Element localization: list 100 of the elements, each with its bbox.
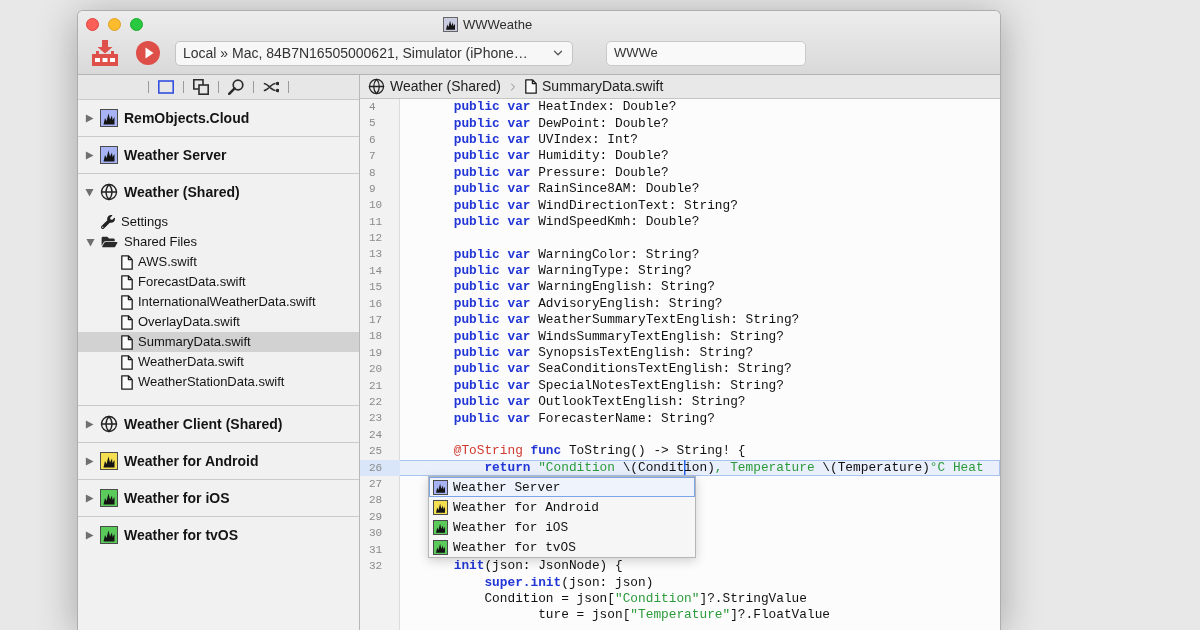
window-title: WWWeathe <box>463 16 533 32</box>
tree-item[interactable]: WeatherData.swift <box>78 352 359 372</box>
line-number: 26 <box>360 459 400 476</box>
disclosure-triangle-icon[interactable] <box>85 419 94 429</box>
code-line: Condition = json["Condition"]?.StringValue <box>484 591 807 606</box>
code-line: public var SpecialNotesTextEnglish: String? <box>453 378 784 393</box>
disclosure-triangle-icon[interactable] <box>85 113 94 123</box>
code-line: public var WarningEnglish: String? <box>453 280 715 295</box>
tree-item[interactable]: InternationalWeatherData.swift <box>78 292 359 312</box>
play-icon <box>136 41 160 65</box>
file-icon <box>121 294 133 310</box>
tree-item[interactable]: ForecastData.swift <box>78 272 359 292</box>
code-line: public var WeatherSummaryTextEnglish: String? <box>453 313 800 328</box>
breadcrumb-item[interactable]: SummaryData.swift <box>525 76 664 97</box>
tree-item[interactable]: Weather for Android <box>78 442 359 479</box>
code-line: super.init(json: json) <box>484 575 654 590</box>
code-line: public var WarningType: String? <box>453 264 692 279</box>
code-line: public var Humidity: Double? <box>453 149 669 164</box>
globe-icon <box>100 183 118 201</box>
tree-item[interactable]: Settings <box>78 212 359 232</box>
code-line: public var SeaConditionsTextEnglish: String? <box>453 362 792 377</box>
tree-item[interactable]: Weather for iOS <box>78 479 359 516</box>
globe-icon <box>100 415 118 433</box>
tree-item[interactable]: AWS.swift <box>78 252 359 272</box>
line-number: 15 <box>368 280 384 296</box>
line-number: 12 <box>368 231 384 247</box>
code-line: init(json: JsonNode) { <box>453 559 623 574</box>
line-number: 20 <box>368 362 384 378</box>
line-number: 31 <box>368 542 384 558</box>
line-number: 27 <box>368 476 384 492</box>
tree-item[interactable]: Weather Client (Shared) <box>78 405 359 442</box>
disclosure-triangle-icon[interactable] <box>85 187 94 197</box>
code-line: public var WindSpeedKmh: Double? <box>453 214 700 229</box>
line-number: 28 <box>368 493 384 509</box>
line-number: 25 <box>368 444 384 460</box>
code-line: @ToString func ToString() -> String! { <box>453 444 746 459</box>
disclosure-triangle-icon[interactable] <box>85 530 94 540</box>
tree-item[interactable]: SummaryData.swift <box>78 332 359 352</box>
close-button[interactable] <box>86 17 99 31</box>
build-button[interactable] <box>91 39 119 67</box>
code-line: return "Condition \(Condition), Temperature \(Temperature)°C Heat <box>484 460 984 475</box>
breadcrumb-item[interactable]: Weather (Shared) <box>368 76 501 97</box>
disclosure-triangle-icon[interactable] <box>85 493 94 503</box>
wrench-icon <box>101 215 115 229</box>
line-number: 13 <box>368 247 384 263</box>
code-line: ture = json["Temperature"]?.FloatValue <box>538 608 831 623</box>
line-number: 29 <box>368 509 384 525</box>
file-icon <box>121 354 133 370</box>
line-number: 18 <box>368 329 384 345</box>
completion-item[interactable]: Weather for Android <box>429 497 695 518</box>
completion-item[interactable]: Weather for tvOS <box>429 537 695 558</box>
line-number: 5 <box>368 116 377 132</box>
line-number: 16 <box>368 296 384 312</box>
zoom-button[interactable] <box>130 17 143 31</box>
line-number: 14 <box>368 263 384 279</box>
tree-item[interactable]: Shared Files <box>78 232 359 252</box>
completion-item[interactable]: Weather for iOS <box>429 517 695 538</box>
completion-item[interactable]: Weather Server <box>429 477 695 498</box>
line-number: 32 <box>368 558 384 574</box>
line-number: 30 <box>368 526 384 542</box>
code-line: public var UVIndex: Int? <box>453 132 638 147</box>
search-icon <box>228 79 244 95</box>
tree-item[interactable]: Weather Server <box>78 136 359 173</box>
disclosure-triangle-icon[interactable] <box>86 237 95 247</box>
tree-item[interactable]: WeatherStationData.swift <box>78 372 359 392</box>
code-line: public var AdvisoryEnglish: String? <box>453 296 723 311</box>
rectangle-icon <box>158 79 174 95</box>
line-number: 22 <box>368 395 384 410</box>
file-icon <box>121 274 133 290</box>
code-line: public var DewPoint: Double? <box>453 116 669 131</box>
status-field: WWWe <box>606 40 806 66</box>
file-icon <box>121 314 133 330</box>
code-line: public var WindDirectionText: String? <box>453 198 738 213</box>
tree-item[interactable]: Weather (Shared) <box>78 173 359 210</box>
crossing-lines-icon <box>263 79 279 95</box>
tree-item[interactable]: OverlayData.swift <box>78 312 359 332</box>
line-number: 21 <box>368 378 384 394</box>
file-icon <box>525 79 537 94</box>
file-icon <box>121 334 133 350</box>
code-line: public var WarningColor: String? <box>453 247 700 262</box>
line-number: 11 <box>368 214 384 230</box>
destination-dropdown[interactable]: Local » Mac, 84B7N16505000621, Simulator (iPhone… <box>175 40 573 66</box>
line-number: 17 <box>368 313 384 329</box>
tree-item[interactable]: Weather for tvOS <box>78 516 359 553</box>
overlapping-squares-icon <box>193 79 209 95</box>
app-icon <box>443 16 458 32</box>
tree-item[interactable]: RemObjects.Cloud <box>78 99 359 136</box>
line-number: 6 <box>368 132 377 148</box>
line-number: 8 <box>368 165 377 181</box>
line-number: 23 <box>368 411 384 427</box>
run-button[interactable] <box>136 41 160 65</box>
code-line: public var HeatIndex: Double? <box>453 100 677 115</box>
disclosure-triangle-icon[interactable] <box>85 150 94 160</box>
factory-icon <box>91 39 119 67</box>
line-number: 4 <box>368 99 377 115</box>
code-line: public var Pressure: Double? <box>453 165 669 180</box>
folder-icon <box>101 235 118 249</box>
disclosure-triangle-icon[interactable] <box>85 456 94 466</box>
line-number: 9 <box>368 181 377 197</box>
code-line: public var OutlookTextEnglish: String? <box>453 395 746 410</box>
